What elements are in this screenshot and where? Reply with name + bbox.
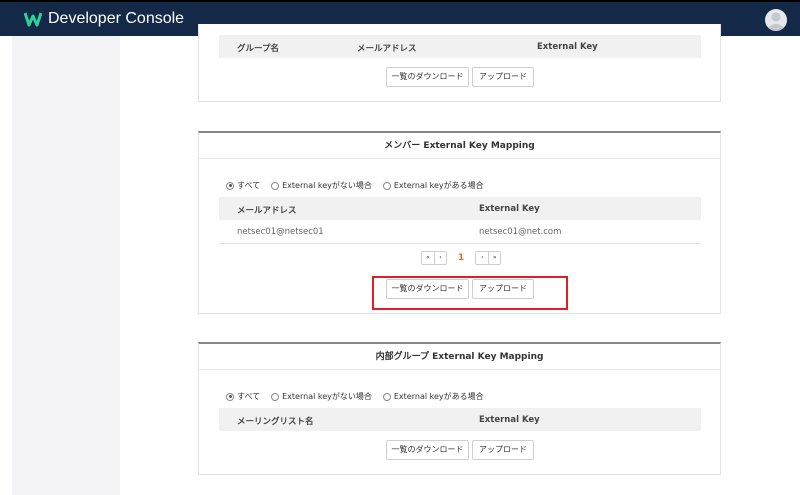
filter-option-has-key[interactable]: External keyがある場合: [382, 180, 484, 191]
filter-option-no-key[interactable]: External keyがない場合: [271, 180, 372, 191]
column-header: External Key: [479, 415, 540, 425]
pagination: « ‹ 1 › »: [421, 251, 502, 265]
column-header: メールアドレス: [237, 206, 297, 216]
internal-group-external-key-panel: 内部グループ External Key Mapping すべて External…: [198, 342, 721, 475]
column-header: グループ名: [237, 44, 279, 54]
filter-label: External keyがない場合: [282, 392, 372, 401]
first-page-icon[interactable]: «: [422, 252, 434, 264]
filter-label: External keyがある場合: [393, 181, 484, 190]
column-header: External Key: [479, 204, 540, 214]
pagination-back-group: « ‹: [421, 251, 447, 265]
filter-option-all[interactable]: すべて: [226, 180, 260, 191]
filter-label: External keyがある場合: [393, 392, 484, 401]
table-row: netsec01@netsec01 netsec01@net.com: [219, 220, 701, 244]
table-header: メーリングリスト名 External Key: [219, 408, 701, 431]
radio-icon[interactable]: [271, 181, 280, 190]
filter-label: すべて: [237, 392, 261, 401]
w-logo-icon[interactable]: [24, 11, 42, 27]
filter-option-no-key[interactable]: External keyがない場合: [271, 391, 372, 402]
upload-button[interactable]: アップロード: [472, 67, 534, 87]
email-cell: netsec01@netsec01: [237, 227, 324, 237]
upload-button[interactable]: アップロード: [472, 440, 534, 460]
sidebar: [12, 36, 120, 495]
panel-title: 内部グループ External Key Mapping: [199, 344, 720, 370]
radio-checked-icon[interactable]: [226, 392, 234, 401]
download-list-button[interactable]: 一覧のダウンロード: [386, 67, 469, 87]
column-header: External Key: [537, 42, 598, 52]
app-title: Developer Console: [48, 10, 185, 27]
upload-button[interactable]: アップロード: [472, 279, 534, 299]
panel-title: メンバー External Key Mapping: [199, 133, 720, 159]
filter-radio-group: すべて External keyがない場合 External keyがある場合: [226, 180, 495, 191]
filter-radio-group: すべて External keyがない場合 External keyがある場合: [226, 391, 495, 402]
filter-label: すべて: [237, 181, 261, 190]
radio-icon[interactable]: [271, 392, 280, 401]
column-header: メーリングリスト名: [237, 417, 314, 427]
column-header: メールアドレス: [357, 44, 417, 54]
filter-option-all[interactable]: すべて: [226, 391, 260, 402]
user-avatar-icon[interactable]: [765, 9, 787, 31]
radio-checked-icon[interactable]: [226, 181, 234, 190]
filter-label: External keyがない場合: [282, 181, 372, 190]
prev-page-icon[interactable]: ‹: [434, 252, 446, 264]
table-header: グループ名 メールアドレス External Key: [219, 35, 701, 58]
group-external-key-panel: グループ名 メールアドレス External Key 一覧のダウンロード アップ…: [198, 24, 721, 102]
download-list-button[interactable]: 一覧のダウンロード: [386, 440, 469, 460]
member-external-key-panel: メンバー External Key Mapping すべて External k…: [198, 131, 721, 314]
last-page-icon[interactable]: »: [488, 252, 500, 264]
filter-option-has-key[interactable]: External keyがある場合: [382, 391, 484, 402]
download-list-button[interactable]: 一覧のダウンロード: [386, 279, 469, 299]
table-header: メールアドレス External Key: [219, 197, 701, 220]
pagination-forward-group: › »: [475, 251, 502, 265]
radio-icon[interactable]: [382, 181, 391, 190]
current-page[interactable]: 1: [458, 253, 464, 263]
next-page-icon[interactable]: ›: [476, 252, 488, 264]
external-key-cell: netsec01@net.com: [479, 227, 562, 237]
radio-icon[interactable]: [382, 392, 391, 401]
